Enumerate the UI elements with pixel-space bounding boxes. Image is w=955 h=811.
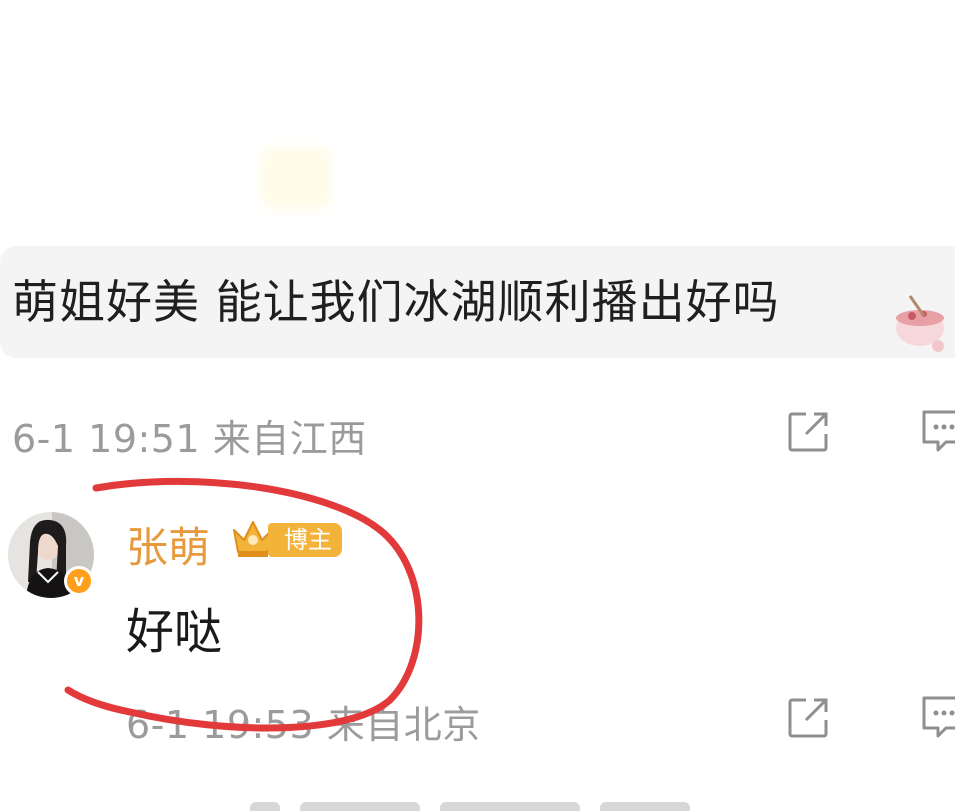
cropped-next-row — [250, 802, 690, 811]
share-icon[interactable] — [784, 694, 832, 742]
comment-icon[interactable] — [918, 692, 955, 742]
reply-text: 好哒 — [126, 604, 223, 660]
comment-text: 萌姐好美 能让我们冰湖顺利播出好吗 — [12, 275, 780, 329]
verified-badge: v — [64, 566, 94, 596]
blogger-badge: 博主 — [268, 523, 342, 557]
bowl-sticker-icon — [896, 295, 944, 352]
comment-meta: 6-1 19:51 来自江西 — [12, 417, 367, 461]
comment-icon[interactable] — [918, 406, 955, 456]
reply-meta: 6-1 19:53 来自北京 — [126, 703, 481, 747]
weibo-comment-thread: 萌姐好美 能让我们冰湖顺利播出好吗 6-1 19:51 来自江西 v 张萌 博主… — [0, 0, 955, 811]
share-icon[interactable] — [784, 408, 832, 456]
reply-username[interactable]: 张萌 — [126, 514, 210, 575]
red-annotation-circle — [64, 477, 423, 732]
decorative-blob — [262, 148, 330, 208]
